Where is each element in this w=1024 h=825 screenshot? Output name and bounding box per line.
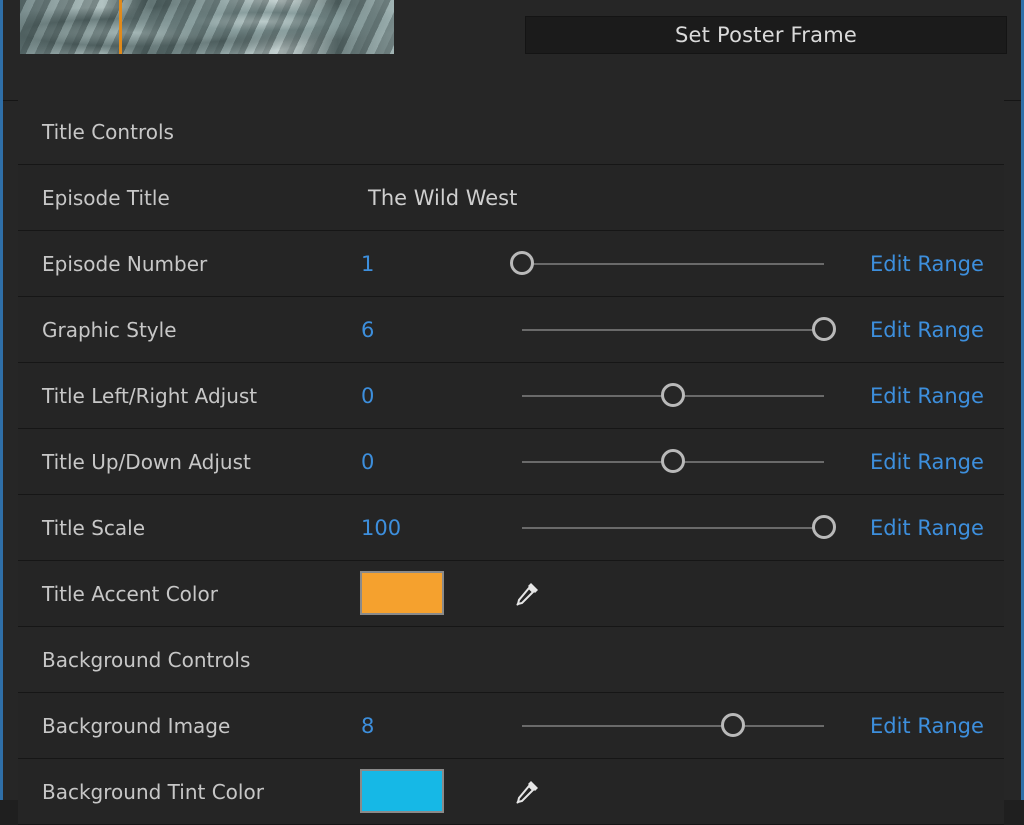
- slider-track[interactable]: [522, 527, 824, 529]
- row-title-scale: Title Scale 100 Edit Range: [18, 495, 1004, 561]
- slider-thumb[interactable]: [510, 251, 534, 275]
- controls-list: Title Controls Episode Title The Wild We…: [18, 99, 1004, 825]
- background-image-value[interactable]: 8: [361, 693, 374, 758]
- slider-thumb[interactable]: [812, 515, 836, 539]
- row-label: Background Image: [42, 713, 231, 738]
- slider-thumb[interactable]: [721, 713, 746, 737]
- slider-thumb[interactable]: [661, 449, 685, 473]
- title-left-right-value[interactable]: 0: [361, 363, 374, 428]
- slider-thumb[interactable]: [661, 383, 685, 407]
- row-label: Title Left/Right Adjust: [42, 383, 258, 408]
- section-heading: Title Controls: [42, 119, 174, 144]
- slider-track[interactable]: [522, 263, 824, 265]
- row-episode-number: Episode Number 1 Edit Range: [18, 231, 1004, 297]
- row-graphic-style: Graphic Style 6 Edit Range: [18, 297, 1004, 363]
- graphic-style-value[interactable]: 6: [361, 297, 374, 362]
- eyedropper-icon[interactable]: [512, 777, 542, 807]
- title-left-right-slider[interactable]: [522, 363, 824, 428]
- eyedropper-icon[interactable]: [512, 579, 542, 609]
- poster-frame-area: Set Poster Frame: [3, 0, 1021, 101]
- row-background-image: Background Image 8 Edit Range: [18, 693, 1004, 759]
- slider-track[interactable]: [522, 725, 824, 727]
- row-background-tint-color: Background Tint Color: [18, 759, 1004, 825]
- row-episode-title: Episode Title The Wild West: [18, 165, 1004, 231]
- background-image-slider[interactable]: [522, 693, 824, 758]
- graphic-style-slider[interactable]: [522, 297, 836, 362]
- section-title-controls: Title Controls: [18, 99, 1004, 165]
- section-background-controls: Background Controls: [18, 627, 1004, 693]
- row-title-accent-color: Title Accent Color: [18, 561, 1004, 627]
- row-label: Episode Title: [42, 185, 170, 210]
- edit-range-link[interactable]: Edit Range: [870, 693, 984, 758]
- title-up-down-slider[interactable]: [522, 429, 824, 494]
- episode-number-value[interactable]: 1: [361, 231, 374, 296]
- slider-thumb[interactable]: [812, 317, 836, 341]
- title-scale-slider[interactable]: [522, 495, 836, 560]
- row-label: Graphic Style: [42, 317, 177, 342]
- edit-range-link[interactable]: Edit Range: [870, 429, 984, 494]
- edit-range-link[interactable]: Edit Range: [870, 231, 984, 296]
- row-label: Title Scale: [42, 515, 146, 540]
- panel-focus-border-left: [0, 0, 3, 800]
- row-title-left-right-adjust: Title Left/Right Adjust 0 Edit Range: [18, 363, 1004, 429]
- title-accent-color-swatch[interactable]: [360, 571, 444, 615]
- episode-number-slider[interactable]: [510, 231, 824, 296]
- episode-title-field[interactable]: The Wild West: [368, 165, 517, 230]
- poster-thumbnail[interactable]: [20, 0, 394, 54]
- title-up-down-value[interactable]: 0: [361, 429, 374, 494]
- edit-range-link[interactable]: Edit Range: [870, 495, 984, 560]
- edit-range-link[interactable]: Edit Range: [870, 297, 984, 362]
- row-label: Background Tint Color: [42, 779, 264, 804]
- playhead-marker[interactable]: [119, 0, 122, 54]
- title-scale-value[interactable]: 100: [361, 495, 401, 560]
- set-poster-frame-button[interactable]: Set Poster Frame: [525, 16, 1007, 54]
- row-label: Episode Number: [42, 251, 208, 276]
- slider-track[interactable]: [522, 329, 824, 331]
- section-heading: Background Controls: [42, 647, 251, 672]
- background-tint-color-swatch[interactable]: [360, 769, 444, 813]
- row-title-up-down-adjust: Title Up/Down Adjust 0 Edit Range: [18, 429, 1004, 495]
- row-label: Title Accent Color: [42, 581, 218, 606]
- essential-graphics-panel: Set Poster Frame Title Controls Episode …: [0, 0, 1024, 825]
- row-label: Title Up/Down Adjust: [42, 449, 251, 474]
- edit-range-link[interactable]: Edit Range: [870, 363, 984, 428]
